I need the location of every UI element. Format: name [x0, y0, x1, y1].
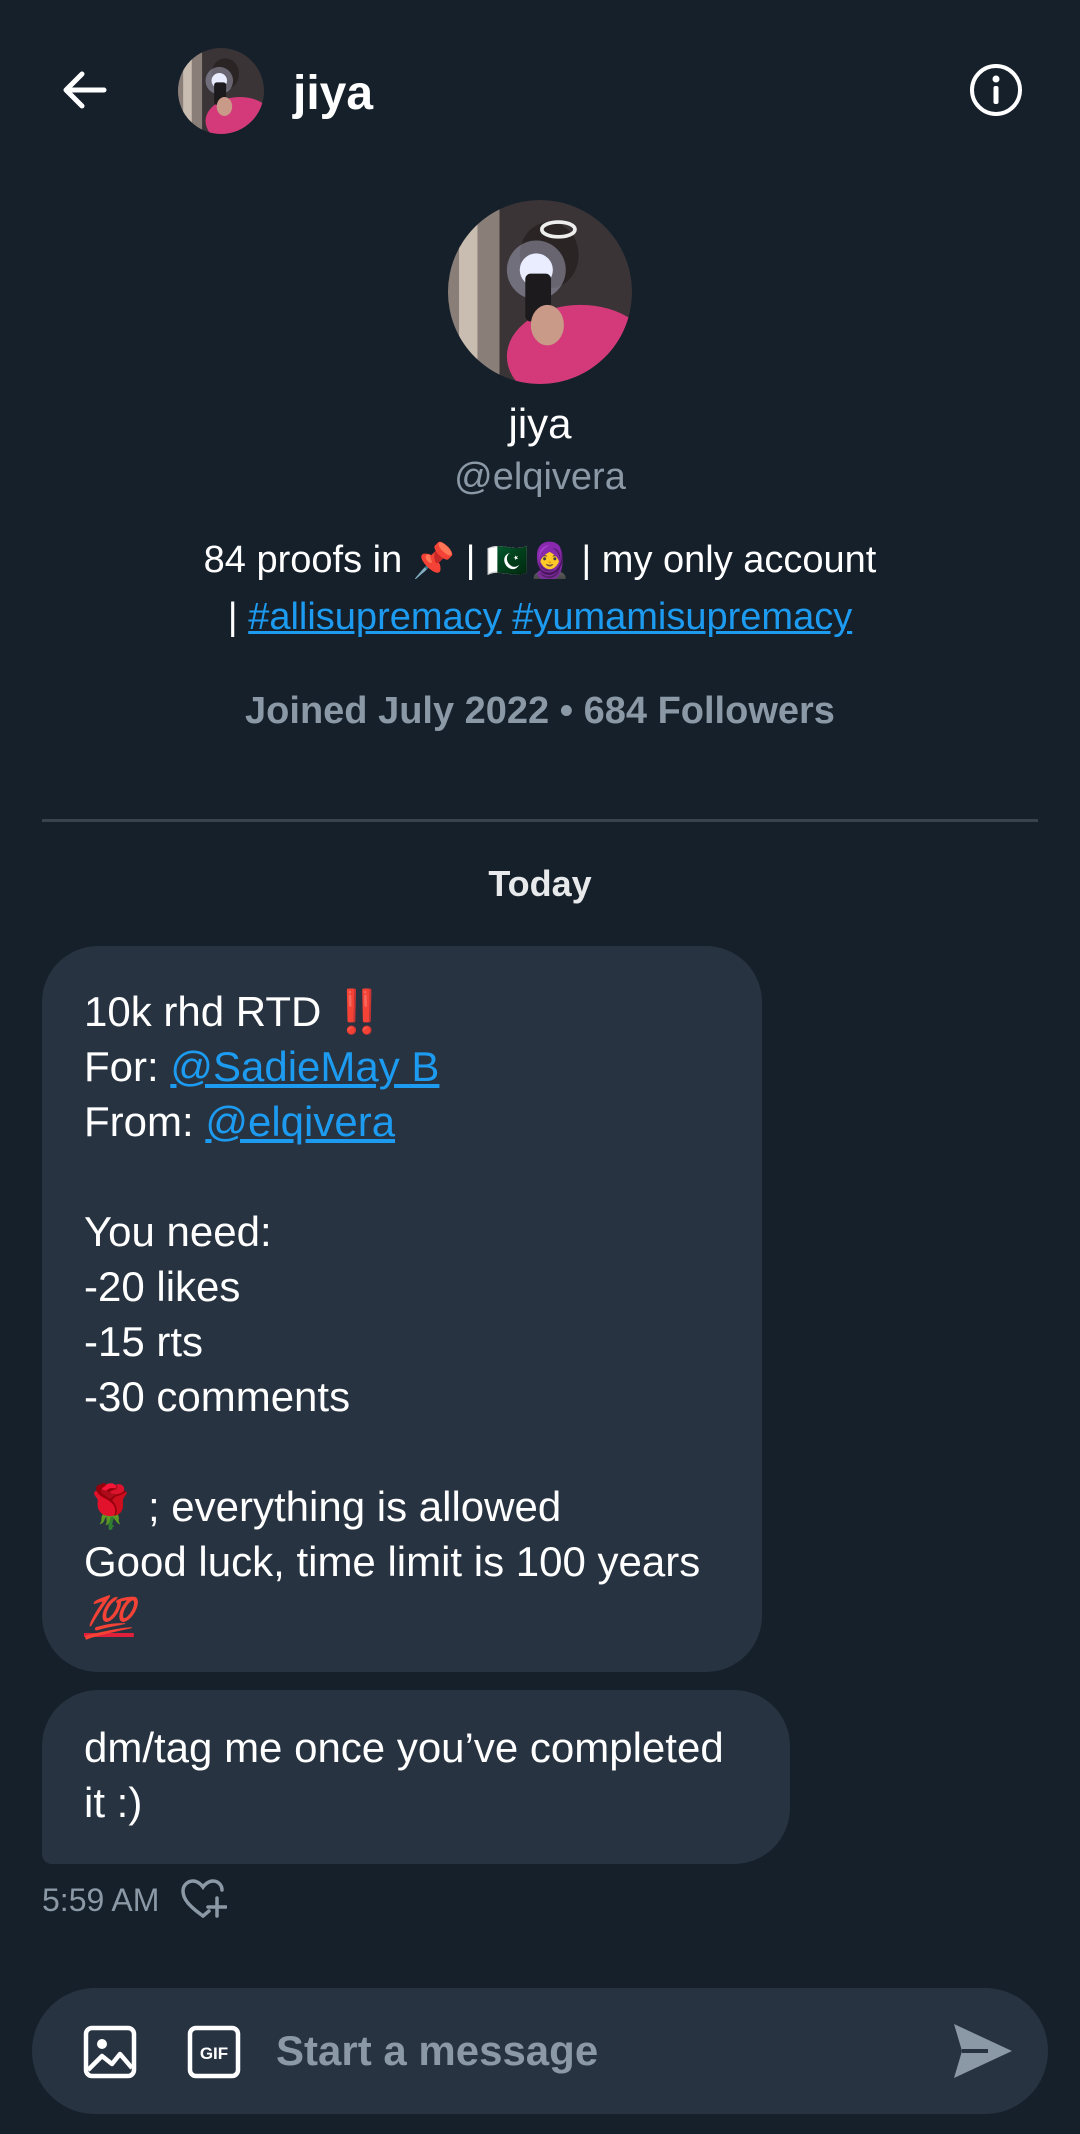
message-line: You need: — [84, 1208, 272, 1255]
hundred-points-icon: 💯 — [84, 1596, 134, 1640]
mention-link[interactable]: @elqivera — [205, 1098, 395, 1145]
profile-name: jiya — [508, 400, 572, 447]
hashtag-link[interactable]: #allisupremacy — [248, 596, 501, 638]
message-line: 💯 — [84, 1589, 720, 1646]
message-line: From: @elqivera — [84, 1094, 720, 1149]
bio-separator: | — [227, 596, 249, 638]
conversation-header: jiya — [0, 0, 1080, 180]
message-line: -20 likes — [84, 1263, 241, 1310]
header-name[interactable]: jiya — [293, 62, 373, 126]
profile-avatar[interactable] — [448, 200, 632, 384]
profile-handle: @elqivera — [454, 456, 626, 498]
date-separator: Today — [488, 863, 592, 904]
avatar-image — [178, 48, 264, 134]
message-meta: 5:59 AM — [42, 1876, 229, 1924]
add-reaction-heart-icon[interactable] — [179, 1876, 229, 1924]
avatar-image — [448, 200, 632, 384]
message-text: For: — [84, 1043, 171, 1090]
bio-text: 84 proofs in — [203, 539, 413, 581]
message-text: ; everything is allowed — [136, 1483, 562, 1530]
profile-bio: 84 proofs in 📌 | 🇵🇰🧕 | my only account |… — [140, 532, 940, 645]
pushpin-icon: 📌 — [412, 541, 456, 581]
gif-icon[interactable]: GIF — [186, 2024, 242, 2080]
message-composer: GIF — [32, 1988, 1048, 2114]
send-icon[interactable] — [948, 2018, 1018, 2084]
message-line: 🌹 ; everything is allowed — [84, 1479, 720, 1534]
message-line: For: @SadieMay B — [84, 1039, 720, 1094]
message-line: -30 comments — [84, 1373, 351, 1420]
message-text: dm/tag me once you’ve completed it :) — [84, 1724, 724, 1826]
person-headscarf-icon: 🧕 — [528, 541, 571, 581]
bio-separator: | — [455, 539, 487, 581]
rose-icon: 🌹 — [84, 1483, 137, 1530]
message-line: -15 rts — [84, 1318, 204, 1365]
bio-line-1: 84 proofs in 📌 | 🇵🇰🧕 | my only account — [140, 532, 940, 589]
message-bubble[interactable]: 10k rhd RTD ‼️ For: @SadieMay B From: @e… — [42, 946, 762, 1672]
pakistan-flag-icon: 🇵🇰 — [486, 541, 529, 581]
message-line: Good luck, time limit is 100 years — [84, 1538, 701, 1585]
mention-link[interactable]: @SadieMay B — [170, 1043, 439, 1090]
divider — [42, 819, 1038, 822]
joined-followers: Joined July 2022 • 684 Followers — [245, 690, 835, 732]
info-icon[interactable] — [966, 60, 1026, 120]
double-exclamation-icon: ‼️ — [333, 988, 386, 1035]
message-input[interactable] — [276, 2012, 916, 2090]
gif-label: GIF — [200, 2044, 228, 2063]
bio-text: | my only account — [570, 539, 877, 581]
message-bubble[interactable]: dm/tag me once you’ve completed it :) — [42, 1690, 790, 1864]
hashtag-link[interactable]: #yumamisupremacy — [512, 596, 852, 638]
message-text: 10k rhd RTD — [84, 988, 333, 1035]
back-arrow-icon[interactable] — [52, 62, 116, 118]
message-timestamp: 5:59 AM — [42, 1882, 160, 1918]
bio-line-2: | #allisupremacy #yumamisupremacy — [140, 589, 940, 645]
image-icon[interactable] — [82, 2024, 138, 2080]
message-text: From: — [84, 1098, 206, 1145]
header-avatar[interactable] — [178, 48, 264, 134]
message-line: 10k rhd RTD ‼️ — [84, 984, 720, 1039]
